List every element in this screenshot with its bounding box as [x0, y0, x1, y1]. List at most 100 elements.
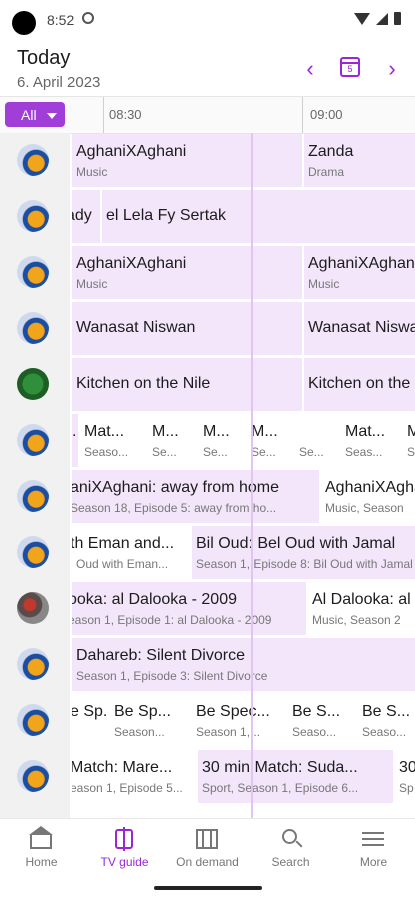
program-title: 30: [399, 759, 415, 776]
film-icon: [196, 829, 218, 849]
nav-search[interactable]: Search: [249, 819, 332, 877]
channel-row: aniXAghani: away from home Season 18, Ep…: [0, 469, 415, 525]
program-subtitle: Sp: [399, 781, 414, 795]
program-title: Be Spec...: [196, 703, 270, 720]
program-title: M...: [203, 423, 230, 440]
program-title: Mat...: [84, 423, 125, 440]
program-cell[interactable]: Match: Mare... eason 1, Episode 5...: [70, 750, 196, 803]
time-tick-label: 09:00: [310, 107, 343, 122]
program-title: Wanasat Niswan: [76, 319, 196, 336]
nav-more[interactable]: More: [332, 819, 415, 877]
channel-logo-icon[interactable]: [17, 648, 49, 680]
battery-icon: [394, 12, 401, 25]
program-cell[interactable]: Al Dalooka: al Music, Season 2: [306, 582, 415, 635]
program-title: M: [407, 423, 415, 441]
page-title: Today: [17, 47, 71, 69]
time-tick-label: 08:30: [109, 107, 142, 122]
program-subtitle: Season...: [114, 725, 165, 739]
program-cell[interactable]: Be Sp... Season...: [108, 694, 190, 747]
program-cell[interactable]: AghaniXAghani Music: [302, 246, 415, 299]
program-cell[interactable]: el Lela Fy Sertak: [100, 190, 415, 243]
program-cell[interactable]: M... Se...: [146, 414, 197, 467]
wifi-icon: [354, 12, 370, 25]
channel-logo-icon[interactable]: [17, 368, 49, 400]
menu-icon: [362, 829, 384, 849]
channel-logo-icon[interactable]: [17, 480, 49, 512]
program-title: Al Dalooka: al: [312, 591, 411, 608]
guide-header: Today 6. April 2023 ‹ 5 ›: [0, 38, 415, 96]
current-time-indicator: [251, 133, 253, 818]
program-subtitle: eason 1, Episode 1: al Dalooka - 2009: [70, 613, 272, 627]
program-title: aniXAghani: away from home: [70, 479, 279, 496]
channel-logo-icon[interactable]: [17, 760, 49, 792]
next-day-button[interactable]: ›: [382, 56, 402, 82]
program-cell[interactable]: Be S... Seaso...: [286, 694, 356, 747]
program-subtitle: Seas...: [345, 445, 383, 459]
channel-logo-icon[interactable]: [17, 312, 49, 344]
program-cell[interactable]: Mat... Seas...: [339, 414, 401, 467]
tv-guide-icon: [115, 827, 133, 851]
program-cell[interactable]: e Sp...: [70, 694, 108, 747]
program-cell[interactable]: AghaniXAghani Music: [70, 134, 302, 187]
program-cell[interactable]: AghaniXAghani Music: [70, 246, 302, 299]
program-title: M...: [152, 423, 179, 440]
program-cell[interactable]: Be Spec... Season 1,...: [190, 694, 286, 747]
channel-logo-icon[interactable]: [17, 592, 49, 624]
program-cell[interactable]: Kitchen on the Nile: [70, 358, 302, 411]
program-subtitle: Se...: [251, 445, 276, 459]
time-ruler: All 08:30 09:00: [0, 96, 415, 134]
channel-logo-icon[interactable]: [17, 256, 49, 288]
program-cell[interactable]: M S: [401, 414, 415, 467]
previous-day-button[interactable]: ‹: [300, 56, 320, 82]
program-cell[interactable]: th Eman and... l Oud with Eman...: [70, 526, 190, 579]
program-cell[interactable]: ...: [70, 414, 78, 467]
program-cell[interactable]: Zanda Drama: [302, 134, 415, 187]
program-subtitle: Sport, Season 1, Episode 6...: [202, 781, 359, 795]
program-cell[interactable]: Wanasat Niswan: [70, 302, 302, 355]
program-subtitle: Drama: [308, 165, 345, 179]
program-cell[interactable]: 30 min Match: Suda... Sport, Season 1, E…: [196, 750, 393, 803]
filter-label: All: [21, 107, 37, 123]
program-subtitle: Season 1, Episode 8: Bil Oud with Jamal: [196, 557, 413, 571]
program-cell[interactable]: Dahareb: Silent Divorce Season 1, Episod…: [70, 638, 415, 691]
program-cell[interactable]: Be S... Seaso...: [356, 694, 415, 747]
status-icons: [354, 12, 401, 25]
channel-logo-icon[interactable]: [17, 200, 49, 232]
program-cell[interactable]: Kitchen on the Nile: [302, 358, 415, 411]
channel-row: Kitchen on the Nile Kitchen on the Nile: [0, 357, 415, 413]
channel-filter-dropdown[interactable]: All: [5, 102, 65, 127]
program-subtitle: Seaso...: [362, 725, 407, 739]
nav-home[interactable]: Home: [0, 819, 83, 877]
program-title: AghaniXAghani: [76, 255, 187, 272]
program-cell[interactable]: Mat... Seaso...: [78, 414, 146, 467]
channel-logo-icon[interactable]: [17, 536, 49, 568]
nav-label: Search: [271, 855, 310, 869]
channel-logo-icon[interactable]: [17, 704, 49, 736]
program-cell[interactable]: ooka: al Dalooka - 2009 eason 1, Episode…: [70, 582, 306, 635]
program-title: Be Sp...: [114, 703, 171, 720]
program-subtitle: Seaso...: [292, 725, 337, 739]
gesture-handle: [154, 886, 262, 890]
nav-on-demand[interactable]: On demand: [166, 819, 249, 877]
program-cell[interactable]: Wanasat Niswan: [302, 302, 415, 355]
channel-logo-icon[interactable]: [17, 144, 49, 176]
channel-logo-icon[interactable]: [17, 424, 49, 456]
program-cell[interactable]: M... Se...: [197, 414, 245, 467]
status-time: 8:52: [47, 12, 75, 28]
program-grid[interactable]: AghaniXAghani Music Zanda Drama ady el L…: [0, 133, 415, 818]
program-cell[interactable]: 30 Sp: [393, 750, 415, 803]
program-title: Kitchen on the Nile: [308, 375, 415, 392]
channel-row: th Eman and... l Oud with Eman... Bil Ou…: [0, 525, 415, 581]
nav-tv-guide[interactable]: TV guide: [83, 819, 166, 877]
chevron-down-icon: [47, 113, 57, 119]
program-title: el Lela Fy Sertak: [106, 207, 227, 224]
program-title: AghaniXAghani: [308, 255, 415, 272]
program-cell[interactable]: Bil Oud: Bel Oud with Jamal Season 1, Ep…: [190, 526, 415, 579]
program-title: AghaniXAghani: [76, 143, 187, 160]
program-cell[interactable]: Se...: [293, 414, 339, 467]
calendar-icon[interactable]: 5: [340, 57, 360, 77]
program-cell[interactable]: ady: [70, 190, 100, 243]
program-cell[interactable]: AghaniXAghani Music, Season: [319, 470, 415, 523]
channel-row: Match: Mare... eason 1, Episode 5... 30 …: [0, 749, 415, 805]
program-cell[interactable]: aniXAghani: away from home Season 18, Ep…: [70, 470, 319, 523]
